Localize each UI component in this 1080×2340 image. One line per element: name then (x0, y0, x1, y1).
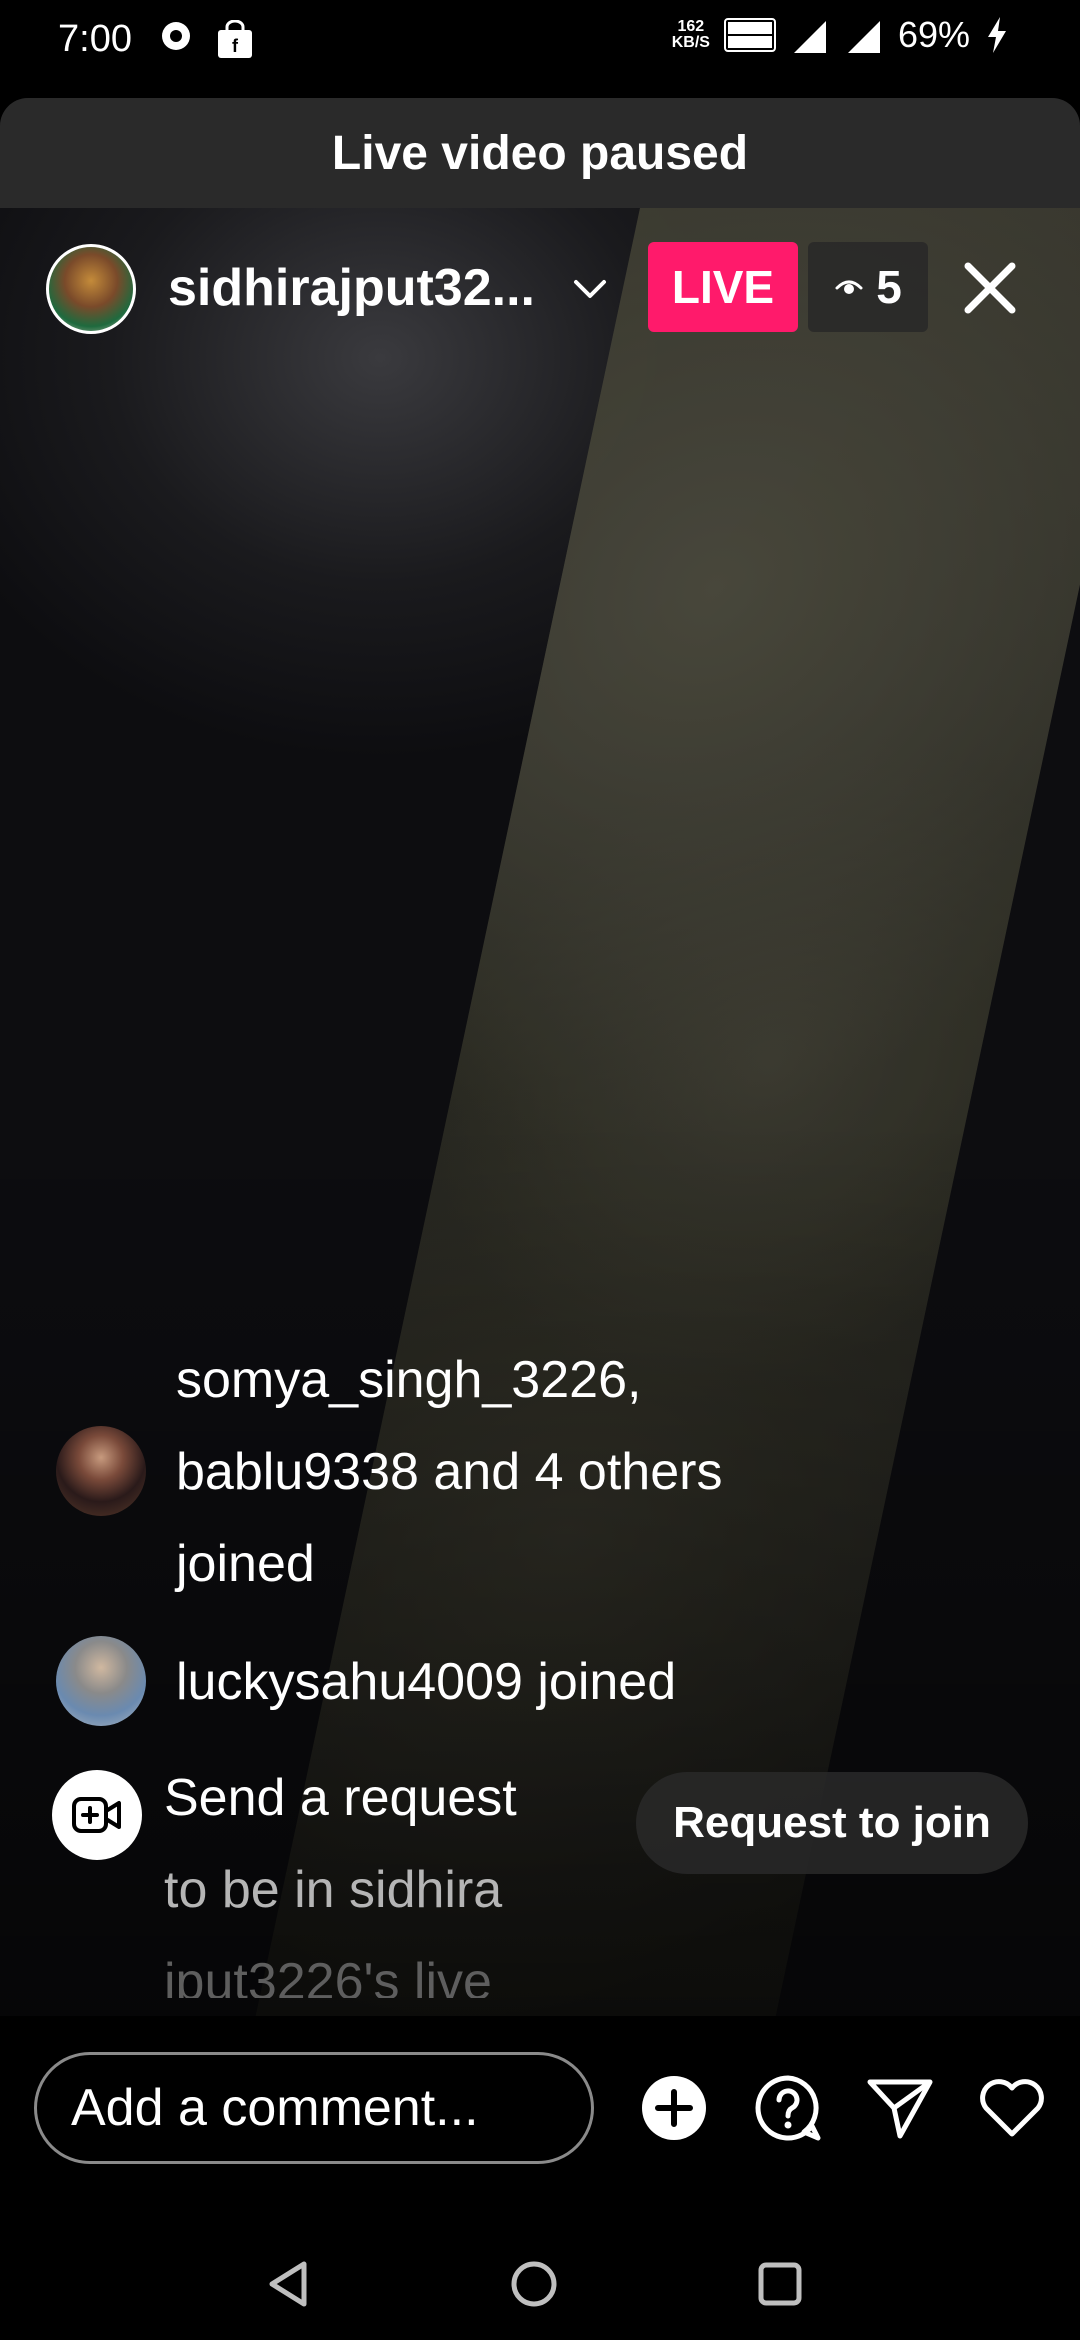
4g-signal-icon (793, 21, 826, 53)
viewer-count-badge[interactable]: 5 (808, 242, 928, 332)
question-icon[interactable] (754, 2074, 822, 2142)
status-bar: 7:00 f 162 KB/S 69% (0, 0, 1080, 92)
status-right: 162 KB/S 69% (672, 14, 1010, 56)
live-video[interactable] (0, 98, 1080, 2016)
home-icon[interactable] (506, 2256, 562, 2312)
recents-icon[interactable] (752, 2256, 808, 2312)
svg-text:f: f (232, 36, 239, 56)
navigation-bar (0, 2226, 1080, 2340)
host-avatar[interactable] (46, 244, 136, 334)
battery-percent: 69% (897, 14, 970, 55)
comment-joined-single: luckysahu4009 joined (176, 1636, 676, 1728)
live-badge: LIVE (648, 242, 798, 332)
eye-icon (835, 280, 863, 294)
commenter-avatar[interactable] (56, 1636, 146, 1726)
request-line-3: jput3226's live (164, 1953, 492, 1998)
comment-joined-group: somya_singh_3226, bablu9338 and 4 others… (176, 1334, 722, 1610)
video-call-add-icon (72, 1797, 121, 1833)
back-icon[interactable] (260, 2256, 316, 2312)
paused-banner-text: Live video paused (331, 126, 749, 180)
status-time: 7:00 (58, 18, 132, 60)
request-to-join-button[interactable]: Request to join (636, 1772, 1028, 1874)
network-speed: 162 KB/S (672, 19, 710, 51)
request-line-1: Send a request (164, 1769, 517, 1827)
add-icon[interactable] (640, 2074, 708, 2142)
paused-banner: Live video paused (0, 98, 1080, 208)
close-icon[interactable] (960, 258, 1020, 318)
charging-icon (988, 17, 1006, 53)
comment-line: somya_singh_3226, (176, 1351, 642, 1409)
shopping-bag-icon: f (218, 20, 252, 58)
comment-input[interactable] (34, 2052, 594, 2164)
comment-line: luckysahu4009 joined (176, 1653, 677, 1711)
request-text: Send a request to be in sidhira jput3226… (164, 1752, 517, 1998)
host-name[interactable]: sidhirajput32... (168, 258, 535, 318)
live-badge-label: LIVE (671, 261, 775, 313)
speed-value: 162 (677, 18, 705, 35)
bottom-bar (0, 2016, 1080, 2226)
send-icon[interactable] (866, 2074, 934, 2142)
request-line-2: to be in sidhira (164, 1861, 503, 1919)
viewer-count: 5 (876, 261, 902, 313)
volte-icon (723, 18, 776, 52)
chevron-down-icon[interactable] (570, 268, 610, 308)
signal-icon (847, 21, 880, 53)
speed-unit: KB/S (671, 34, 710, 51)
commenter-avatar[interactable] (56, 1426, 146, 1516)
heart-icon[interactable] (978, 2074, 1046, 2142)
request-icon-wrap (52, 1770, 142, 1860)
zee5-icon (162, 22, 190, 50)
comment-line: bablu9338 and 4 others (176, 1443, 723, 1501)
comment-line: joined (176, 1535, 315, 1593)
